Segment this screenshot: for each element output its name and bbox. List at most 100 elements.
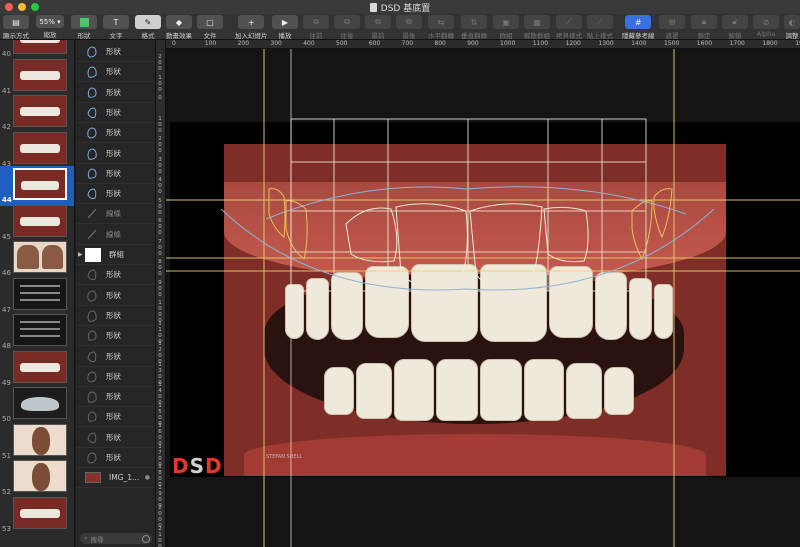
disclosure-triangle-icon[interactable]: ▶	[78, 251, 83, 258]
slide-thumbnail[interactable]: 51	[0, 422, 74, 462]
layer-row[interactable]: 形狀	[76, 286, 155, 306]
slide-preview	[13, 387, 67, 419]
alpha-button[interactable]: ⊘ Alpha	[753, 14, 779, 40]
layer-row[interactable]: 形狀	[76, 407, 155, 428]
lock-button[interactable]: 🔒︎ 鎖定	[691, 14, 717, 40]
layer-row[interactable]: 線條	[76, 225, 155, 245]
text-button[interactable]: T 文字	[103, 14, 129, 40]
slide-navigator[interactable]: 40 41 42 43 44 45 46 47 48 49 50 51 52 53	[0, 40, 75, 547]
slide-thumbnail[interactable]: 52	[0, 458, 74, 498]
slide-thumbnail[interactable]: 47	[0, 276, 74, 316]
play-button[interactable]: ▶ 播放	[272, 14, 298, 40]
slide-thumbnail[interactable]: 53	[0, 495, 74, 535]
layer-search-field[interactable]: ⌕ 搜尋	[80, 533, 152, 544]
layer-row[interactable]: 形狀	[76, 123, 155, 144]
layer-row[interactable]: 形狀	[76, 367, 155, 387]
layer-row[interactable]: 形狀	[76, 428, 155, 448]
layer-row[interactable]: 形狀	[76, 144, 155, 164]
flip-horizontal-button[interactable]: ⇆ 水平翻轉	[428, 14, 454, 40]
layer-row[interactable]: 形狀	[76, 62, 155, 83]
animation-icon: ◆	[166, 15, 192, 29]
slide-thumbnail[interactable]: 50	[0, 385, 74, 425]
slide[interactable]	[170, 122, 800, 477]
flip-vertical-icon: ⇅	[461, 15, 487, 29]
layer-row[interactable]: 形狀	[76, 265, 155, 286]
toolbar: ▤ 顯示方式 55% ▾ 縮放 形狀 T 文字 ✎ 格式 ◆ 動畫效果 ▢ 文件…	[0, 14, 800, 40]
slide-thumbnail[interactable]: 45	[0, 203, 74, 243]
layer-row[interactable]: 形狀	[76, 387, 155, 408]
slide-thumbnail[interactable]: 42	[0, 93, 74, 133]
text-icon: T	[103, 15, 129, 29]
format-button[interactable]: ✎ 格式	[135, 14, 161, 40]
minimize-window-button[interactable]	[18, 3, 26, 11]
mask-button[interactable]: ⊞ 遮罩	[659, 14, 685, 40]
slide-thumbnail[interactable]: 46	[0, 239, 74, 279]
document-button[interactable]: ▢ 文件	[197, 14, 223, 40]
ungroup-button[interactable]: ▦ 解散群組	[524, 14, 550, 40]
zoom-window-button[interactable]	[31, 3, 39, 11]
layer-row[interactable]: 線條	[76, 204, 155, 225]
filter-icon[interactable]	[142, 534, 150, 543]
shape-icon	[86, 86, 98, 99]
slide-preview	[13, 460, 67, 492]
close-window-button[interactable]	[5, 3, 13, 11]
send-to-back-button[interactable]: ⧉ 最後	[396, 14, 422, 40]
shape-icon	[86, 350, 98, 363]
send-backward-button[interactable]: ⧉ 往後	[334, 14, 360, 40]
bring-forward-button[interactable]: ⧉ 往前	[303, 14, 329, 40]
ruler-tick-label: 700	[158, 238, 162, 257]
mask-icon: ⊞	[659, 15, 685, 29]
slide-preview	[13, 204, 67, 237]
smile-photo[interactable]	[224, 144, 726, 476]
slide-thumbnail[interactable]: 49	[0, 349, 74, 389]
horizontal-ruler[interactable]: 0 100 200 300 400 500 600 700 800 900 1000 1100 1200…	[166, 40, 800, 49]
unlock-button[interactable]: 🔓︎ 解鎖	[722, 14, 748, 40]
slide-thumbnail[interactable]: 44	[0, 166, 74, 206]
animation-button[interactable]: ◆ 動畫效果	[166, 14, 192, 40]
layer-label: 形狀	[106, 270, 121, 280]
layer-row[interactable]: 形狀	[76, 164, 155, 184]
zoom-label: 縮放	[43, 31, 57, 39]
layer-row[interactable]: ▶ 群組	[76, 245, 155, 265]
ruler-tick-label: 500	[336, 40, 348, 47]
layer-row[interactable]: 形狀	[76, 184, 155, 205]
group-button[interactable]: ▣ 群組	[493, 14, 519, 40]
ruler-tick-label: 100	[158, 74, 162, 93]
ruler-tick-label: 1700	[729, 40, 745, 47]
zoom-value: 55% ▾	[36, 15, 64, 28]
slide-preview	[13, 58, 67, 91]
ruler-tick-label: 900	[158, 279, 162, 298]
hide-guides-button[interactable]: # 隱藏參考線	[622, 14, 655, 40]
slide-thumbnail[interactable]: 43	[0, 130, 74, 170]
flip-vertical-button[interactable]: ⇅ 垂直翻轉	[461, 14, 487, 40]
slide-canvas[interactable]: DSD STEFAN SHELL	[166, 49, 800, 547]
copy-style-button[interactable]: ⟋ 拷貝樣式	[556, 14, 582, 40]
layer-label: 形狀	[106, 128, 121, 138]
layer-row[interactable]: 形狀	[76, 326, 155, 347]
vertical-ruler[interactable]: 200 100 0 100 200 300 400 500 600 700 800 900 1000 11…	[156, 40, 166, 547]
slide-preview	[13, 314, 67, 346]
dsd-logo: DSD	[172, 454, 223, 478]
view-mode-button[interactable]: ▤ 顯示方式	[3, 14, 29, 40]
layer-label: 形狀	[106, 107, 121, 117]
send-backward-icon: ⧉	[334, 15, 360, 29]
slide-thumbnail[interactable]: 48	[0, 312, 74, 352]
zoom-select[interactable]: 55% ▾ 縮放	[36, 14, 64, 40]
layer-row[interactable]: 形狀	[76, 347, 155, 367]
bring-to-front-button[interactable]: ⧉ 最前	[365, 14, 391, 40]
ruler-tick-label: 1800	[762, 40, 778, 47]
lock-status-icon[interactable]: ●	[145, 474, 150, 481]
adjust-button[interactable]: ◐ 調整	[784, 14, 800, 40]
layer-row[interactable]: 形狀	[76, 42, 155, 62]
add-slide-button[interactable]: + 加入幻燈片	[235, 14, 268, 40]
layer-row[interactable]: 形狀	[76, 83, 155, 103]
layer-row[interactable]: 形狀	[76, 103, 155, 123]
layer-row[interactable]: 形狀	[76, 448, 155, 468]
ruler-tick-label: 1400	[631, 40, 647, 47]
paste-style-button[interactable]: ⟋ 貼上樣式	[587, 14, 613, 40]
slide-thumbnail[interactable]: 41	[0, 57, 74, 97]
shape-button[interactable]: 形狀	[71, 14, 97, 40]
layer-row[interactable]: 形狀	[76, 306, 155, 326]
ruler-tick-label: 1000	[500, 40, 516, 47]
layer-row[interactable]: IMG_1... ●	[76, 468, 155, 489]
